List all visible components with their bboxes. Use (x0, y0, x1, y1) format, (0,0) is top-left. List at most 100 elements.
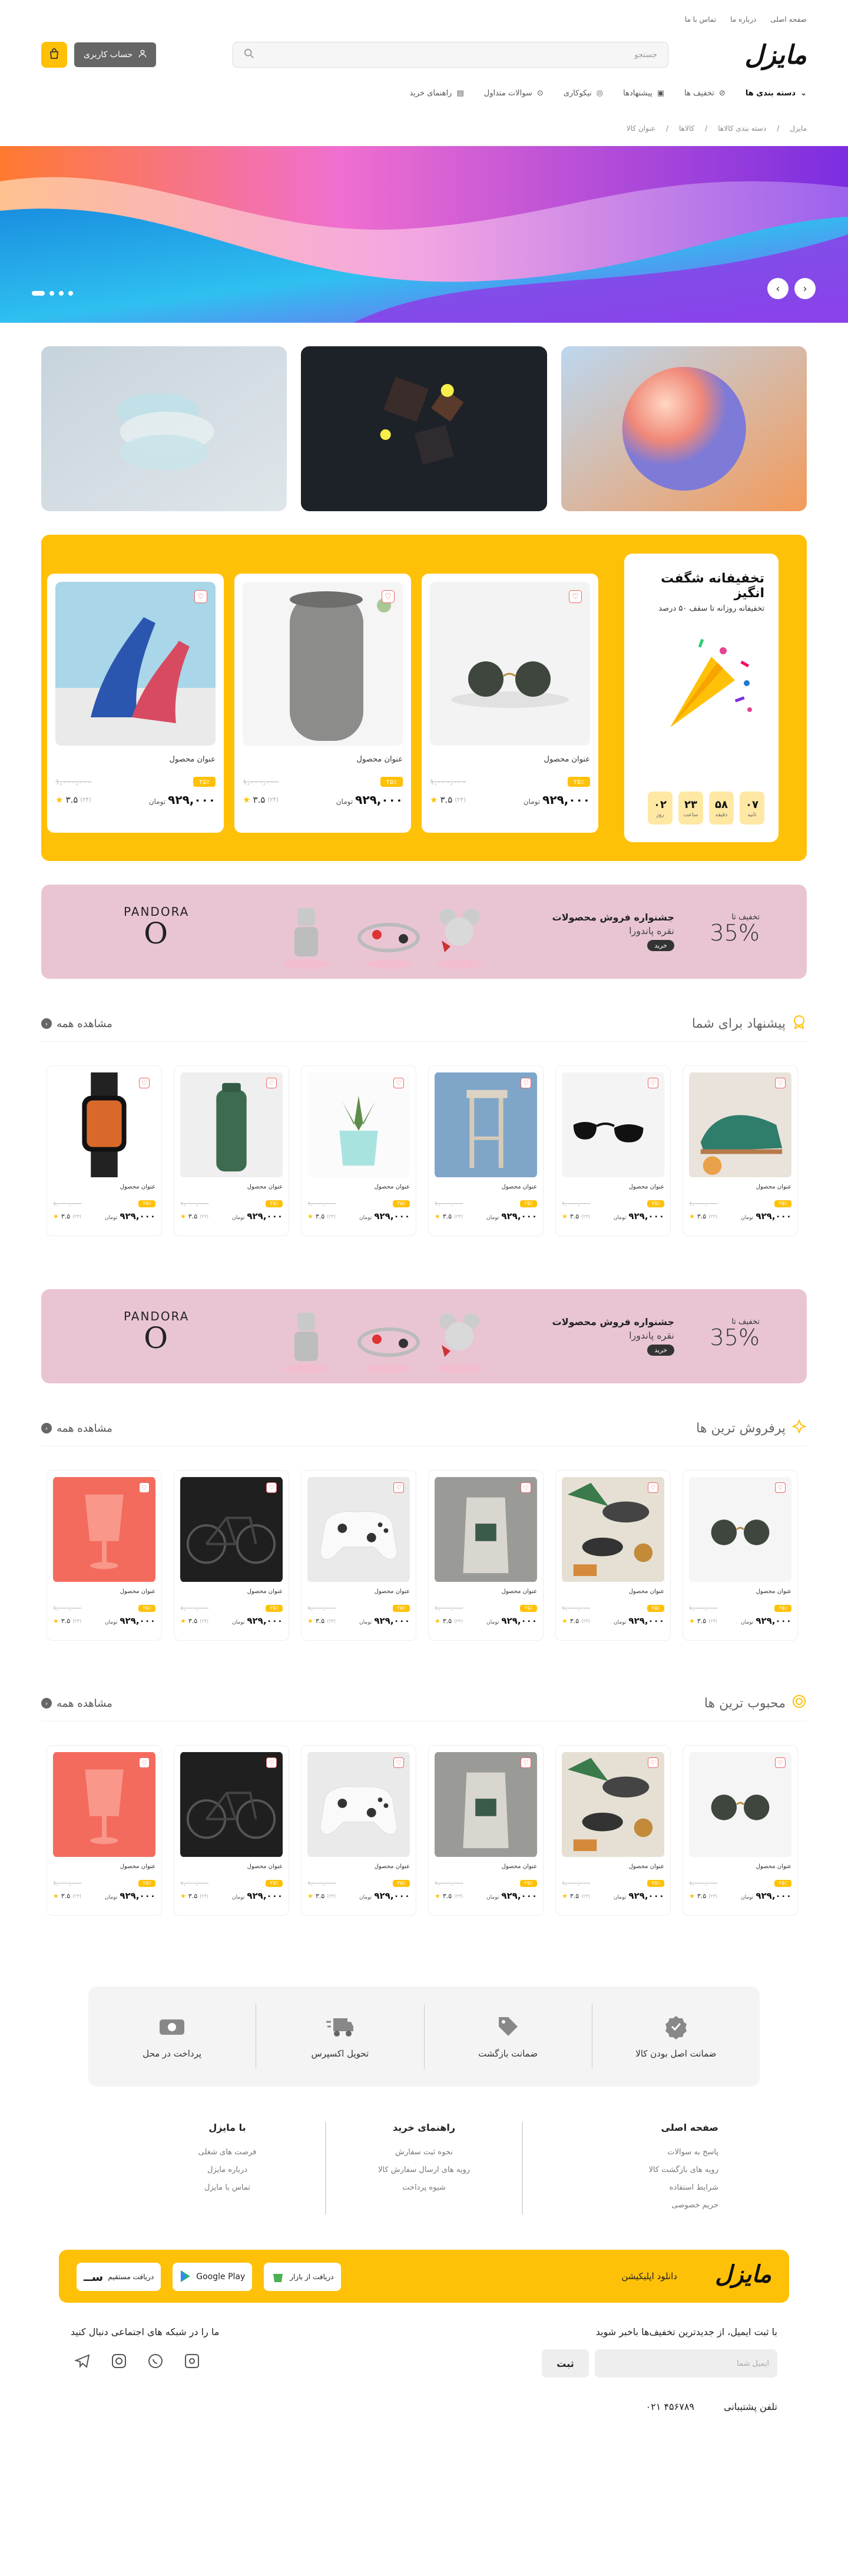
product-card[interactable]: ♡ عنوان محصول ۲۵٪ ۱,۰۰۰,۰۰۰ ۹۲۹,۰۰۰تومان (۲۴)… (47, 1470, 162, 1641)
product-card[interactable]: ♡ عنوان محصول ۲۵٪ ۱,۰۰۰,۰۰۰ ۹۲۹,۰۰۰تومان (… (234, 574, 411, 833)
email-input[interactable]: ایمیل شما (595, 2349, 777, 2378)
direct-download-button[interactable]: ســ دریافت مستقیم (77, 2263, 161, 2291)
favorite-heart-icon[interactable]: ♡ (393, 1757, 404, 1768)
product-card[interactable]: ♡ عنوان محصول ۲۵٪ ۱,۰۰۰,۰۰۰ ۹۲۹,۰۰۰تومان (۲۴)… (47, 1065, 162, 1236)
whatsapp-icon[interactable] (144, 2349, 167, 2373)
product-card[interactable]: ♡ عنوان محصول ۲۵٪ ۱,۰۰۰,۰۰۰ ۹۲۹,۰۰۰تومان (۲۴)… (428, 1470, 544, 1641)
search-icon[interactable] (244, 48, 254, 61)
footer-link[interactable]: رویه های بازگشت کالا (523, 2161, 718, 2179)
hero-prev-button[interactable]: › (767, 278, 789, 299)
favorite-heart-icon[interactable]: ♡ (775, 1482, 786, 1493)
product-card[interactable]: ♡ عنوان محصول ۲۵٪ ۱,۰۰۰,۰۰۰ ۹۲۹,۰۰۰تومان (… (47, 574, 224, 833)
bazaar-button[interactable]: دریافت از بازار (264, 2263, 341, 2291)
favorite-heart-icon[interactable]: ♡ (775, 1757, 786, 1768)
product-card[interactable]: ♡ عنوان محصول ۲۵٪ ۱,۰۰۰,۰۰۰ ۹۲۹,۰۰۰تومان (۲۴)… (428, 1745, 544, 1916)
product-image-sunglasses[interactable]: ♡ (430, 582, 590, 746)
product-card[interactable]: ♡ عنوان محصول ۲۵٪ ۱,۰۰۰,۰۰۰ ۹۲۹,۰۰۰تومان (… (422, 574, 598, 833)
footer-link[interactable]: فرصت های شغلی (130, 2144, 325, 2161)
product-card[interactable]: ♡ عنوان محصول ۲۵٪ ۱,۰۰۰,۰۰۰ ۹۲۹,۰۰۰تومان (۲۴)… (301, 1470, 416, 1641)
hero-slider[interactable]: ‹ › (0, 146, 848, 323)
product-image-bicycle[interactable]: ♡ (180, 1476, 283, 1582)
product-image-bottle[interactable]: ♡ (180, 1072, 283, 1178)
banner-glass-discs[interactable] (41, 346, 287, 511)
footer-link[interactable]: شیوه پرداخت (326, 2179, 522, 2197)
account-button[interactable]: حساب کاربری (74, 42, 157, 67)
footer-link[interactable]: نحوه ثبت سفارش (326, 2144, 522, 2161)
favorite-heart-icon[interactable]: ♡ (139, 1078, 150, 1088)
view-all-link[interactable]: مشاهده همه ‹ (41, 1018, 112, 1030)
favorite-heart-icon[interactable]: ♡ (521, 1757, 531, 1768)
footer-link[interactable]: شرایط استفاده (523, 2179, 718, 2197)
product-card[interactable]: ♡ عنوان محصول ۲۵٪ ۱,۰۰۰,۰۰۰ ۹۲۹,۰۰۰تومان (۲۴)… (301, 1745, 416, 1916)
topnav-contact[interactable]: تماس با ما (685, 15, 716, 24)
hero-dot[interactable] (49, 291, 54, 296)
footer-link[interactable]: رویه های ارسال سفارش کالا (326, 2161, 522, 2179)
favorite-heart-icon[interactable]: ♡ (139, 1482, 150, 1493)
cart-button[interactable] (41, 42, 67, 68)
newsletter-submit-button[interactable]: ثبت (542, 2349, 589, 2378)
footer-link[interactable]: پاسخ به سوالات (523, 2144, 718, 2161)
product-image-bicycle[interactable]: ♡ (180, 1751, 283, 1857)
pandora-banner[interactable]: تخفیف تا 35% جشنواره فروش محصولات نقره پان… (41, 1289, 807, 1383)
footer-link[interactable]: درباره مایزل (130, 2161, 325, 2179)
product-card[interactable]: ♡ عنوان محصول ۲۵٪ ۱,۰۰۰,۰۰۰ ۹۲۹,۰۰۰تومان (۲۴)… (301, 1065, 416, 1236)
search-input[interactable]: جستجو (232, 42, 668, 68)
favorite-heart-icon[interactable]: ♡ (569, 590, 582, 603)
product-image-shoe[interactable]: ♡ (689, 1072, 791, 1178)
topnav-home[interactable]: صفحه اصلی (770, 15, 807, 24)
favorite-heart-icon[interactable]: ♡ (648, 1482, 658, 1493)
menu-offers[interactable]: ▣ پیشنهادها (623, 89, 664, 98)
product-card[interactable]: ♡ عنوان محصول ۲۵٪ ۱,۰۰۰,۰۰۰ ۹۲۹,۰۰۰تومان (۲۴)… (174, 1065, 289, 1236)
product-image-plant[interactable]: ♡ (307, 1072, 410, 1178)
pandora-banner[interactable]: تخفیف تا 35% جشنواره فروش محصولات نقره پان… (41, 885, 807, 979)
footer-link[interactable]: حریم خصوصی (523, 2197, 718, 2214)
product-image-accessories[interactable]: ♡ (562, 1751, 664, 1857)
product-image-cup[interactable]: ♡ (53, 1476, 155, 1582)
logo[interactable]: مایزل (745, 40, 808, 70)
favorite-heart-icon[interactable]: ♡ (775, 1078, 786, 1088)
product-card[interactable]: ♡ عنوان محصول ۲۵٪ ۱,۰۰۰,۰۰۰ ۹۲۹,۰۰۰تومان (۲۴)… (683, 1065, 798, 1236)
favorite-heart-icon[interactable]: ♡ (393, 1482, 404, 1493)
product-image-game-controller[interactable]: ♡ (307, 1476, 410, 1582)
product-image-smartwatch[interactable]: ♡ (53, 1072, 155, 1178)
product-card[interactable]: ♡ عنوان محصول ۲۵٪ ۱,۰۰۰,۰۰۰ ۹۲۹,۰۰۰تومان (۲۴)… (555, 1745, 671, 1916)
menu-faq[interactable]: ⊙ سوالات متداول (484, 89, 544, 98)
favorite-heart-icon[interactable]: ♡ (139, 1757, 150, 1768)
favorite-heart-icon[interactable]: ♡ (521, 1078, 531, 1088)
product-card[interactable]: ♡ عنوان محصول ۲۵٪ ۱,۰۰۰,۰۰۰ ۹۲۹,۰۰۰تومان (۲۴)… (555, 1065, 671, 1236)
pandora-buy-button[interactable]: خرید (647, 940, 674, 951)
pandora-buy-button[interactable]: خرید (647, 1345, 674, 1356)
aparat-icon[interactable] (180, 2349, 204, 2373)
favorite-heart-icon[interactable]: ♡ (648, 1757, 658, 1768)
hero-dot-active[interactable] (32, 291, 45, 296)
menu-charity[interactable]: ◎ نیکوکاری (564, 89, 603, 98)
favorite-heart-icon[interactable]: ♡ (393, 1078, 404, 1088)
product-image-coffee-bag[interactable]: ♡ (435, 1476, 537, 1582)
support-phone[interactable]: ۰۲۱ ۴۵۶۷۸۹ (646, 2401, 694, 2412)
product-image-heels[interactable]: ♡ (55, 582, 216, 746)
favorite-heart-icon[interactable]: ♡ (266, 1757, 277, 1768)
favorite-heart-icon[interactable]: ♡ (648, 1078, 658, 1088)
menu-categories[interactable]: ⌄ دسته بندی ها (746, 89, 807, 98)
product-image-sunglasses[interactable]: ♡ (689, 1751, 791, 1857)
footer-link[interactable]: تماس با مایزل (130, 2179, 325, 2197)
product-image-game-controller[interactable]: ♡ (307, 1751, 410, 1857)
favorite-heart-icon[interactable]: ♡ (521, 1482, 531, 1493)
product-image-cup[interactable]: ♡ (53, 1751, 155, 1857)
breadcrumb-item[interactable]: مایزل (790, 124, 807, 133)
product-image-sunglasses[interactable]: ♡ (562, 1072, 664, 1178)
favorite-heart-icon[interactable]: ♡ (266, 1078, 277, 1088)
favorite-heart-icon[interactable]: ♡ (194, 590, 207, 603)
product-card[interactable]: ♡ عنوان محصول ۲۵٪ ۱,۰۰۰,۰۰۰ ۹۲۹,۰۰۰تومان (۲۴)… (555, 1470, 671, 1641)
breadcrumb-item[interactable]: دسته بندی کالاها (718, 124, 766, 133)
favorite-heart-icon[interactable]: ♡ (382, 590, 395, 603)
menu-discounts[interactable]: ⊘ تخفیف ها (684, 89, 726, 98)
product-image-sunglasses[interactable]: ♡ (689, 1476, 791, 1582)
product-image-speaker[interactable]: ♡ (243, 582, 403, 746)
menu-guide[interactable]: ▤ راهنمای خرید (409, 89, 463, 98)
product-card[interactable]: ♡ عنوان محصول ۲۵٪ ۱,۰۰۰,۰۰۰ ۹۲۹,۰۰۰تومان (۲۴)… (47, 1745, 162, 1916)
breadcrumb-item[interactable]: کالاها (679, 124, 694, 133)
product-image-accessories[interactable]: ♡ (562, 1476, 664, 1582)
google-play-button[interactable]: Google Play (173, 2263, 253, 2291)
product-card[interactable]: ♡ عنوان محصول ۲۵٪ ۱,۰۰۰,۰۰۰ ۹۲۹,۰۰۰تومان (۲۴)… (683, 1745, 798, 1916)
